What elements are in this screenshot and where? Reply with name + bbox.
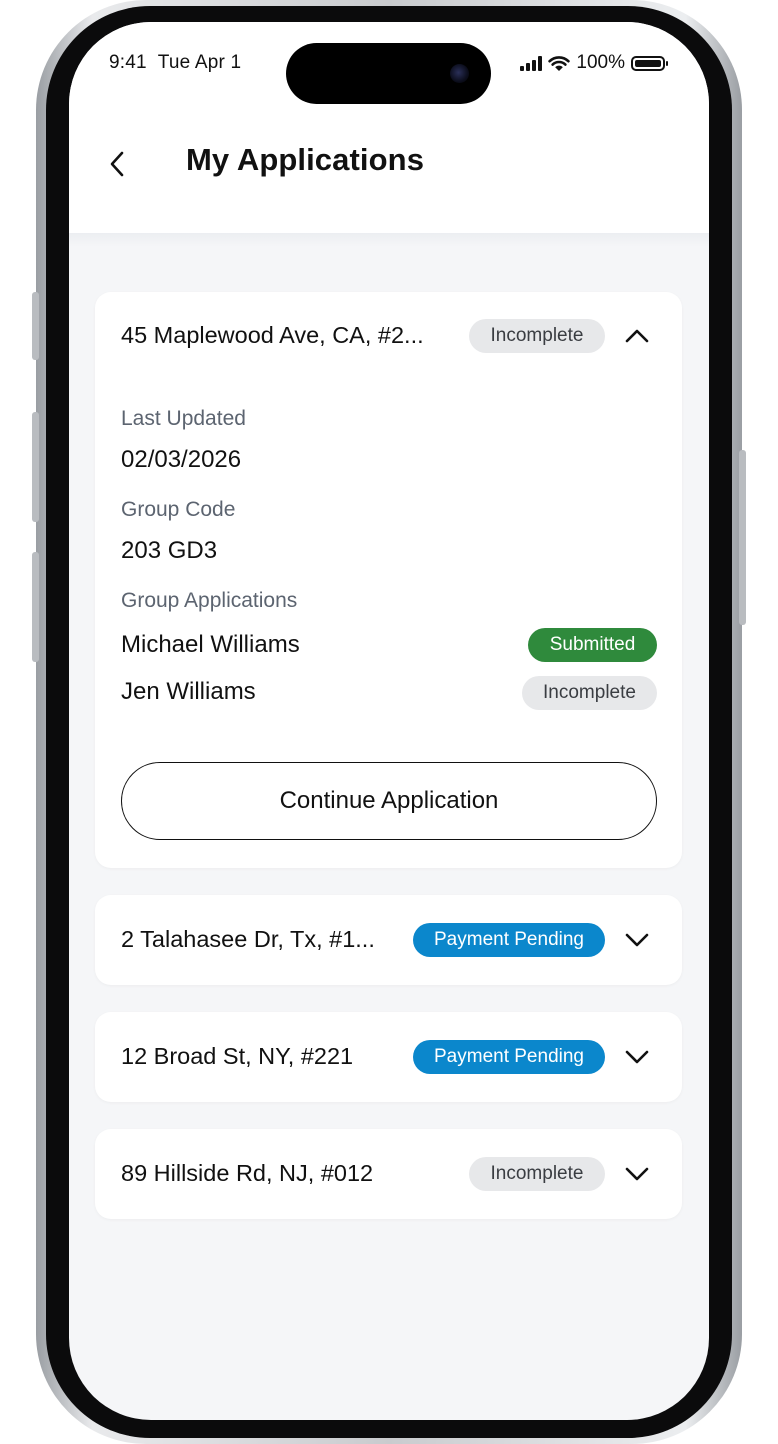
cellular-signal-icon (520, 55, 543, 71)
status-badge: Payment Pending (413, 923, 605, 957)
member-name: Jen Williams (121, 678, 256, 705)
member-status-badge: Incomplete (522, 676, 657, 710)
battery-percentage: 100% (576, 52, 625, 73)
back-button[interactable] (103, 146, 131, 182)
status-indicators: 100% (520, 52, 668, 74)
group-code-value: 203 GD3 (121, 537, 218, 564)
volume-down-button (32, 552, 39, 662)
chevron-down-icon (625, 1050, 649, 1064)
last-updated-label: Last Updated (121, 407, 246, 430)
collapse-button[interactable] (622, 321, 652, 351)
member-status-badge: Submitted (528, 628, 657, 662)
wifi-icon (548, 55, 571, 71)
chevron-up-icon (625, 329, 649, 343)
application-address: 12 Broad St, NY, #221 (121, 1043, 354, 1069)
application-card[interactable]: 89 Hillside Rd, NJ, #012 Incomplete (95, 1129, 682, 1219)
action-button (32, 292, 39, 360)
expand-button[interactable] (622, 925, 652, 955)
battery-icon (631, 55, 668, 71)
status-badge: Incomplete (469, 1157, 605, 1191)
application-card[interactable]: 12 Broad St, NY, #221 Payment Pending (95, 1012, 682, 1102)
application-address: 89 Hillside Rd, NJ, #012 (121, 1160, 374, 1186)
application-card: 45 Maplewood Ave, CA, #2... Incomplete L… (95, 292, 682, 868)
expand-button[interactable] (622, 1159, 652, 1189)
dynamic-island (286, 43, 491, 104)
application-card[interactable]: 2 Talahasee Dr, Tx, #1... Payment Pendin… (95, 895, 682, 985)
chevron-left-icon (110, 151, 124, 177)
chevron-down-icon (625, 1167, 649, 1181)
group-code-label: Group Code (121, 498, 236, 521)
chevron-down-icon (625, 933, 649, 947)
application-address: 2 Talahasee Dr, Tx, #1... (121, 926, 375, 952)
application-address[interactable]: 45 Maplewood Ave, CA, #2... (121, 322, 424, 349)
member-name: Michael Williams (121, 631, 300, 658)
expand-button[interactable] (622, 1042, 652, 1072)
header-divider (69, 233, 709, 247)
power-button (739, 450, 746, 625)
page-title: My Applications (186, 142, 425, 177)
group-applications-label: Group Applications (121, 589, 298, 612)
continue-application-button[interactable]: Continue Application (121, 762, 657, 840)
volume-up-button (32, 412, 39, 522)
last-updated-value: 02/03/2026 (121, 446, 242, 473)
screen: 9:41 Tue Apr 1 100% My Applications 45 M (69, 22, 709, 1420)
status-badge: Incomplete (469, 319, 605, 353)
camera-icon (450, 64, 469, 83)
status-time: 9:41 Tue Apr 1 (109, 52, 242, 73)
status-badge: Payment Pending (413, 1040, 605, 1074)
